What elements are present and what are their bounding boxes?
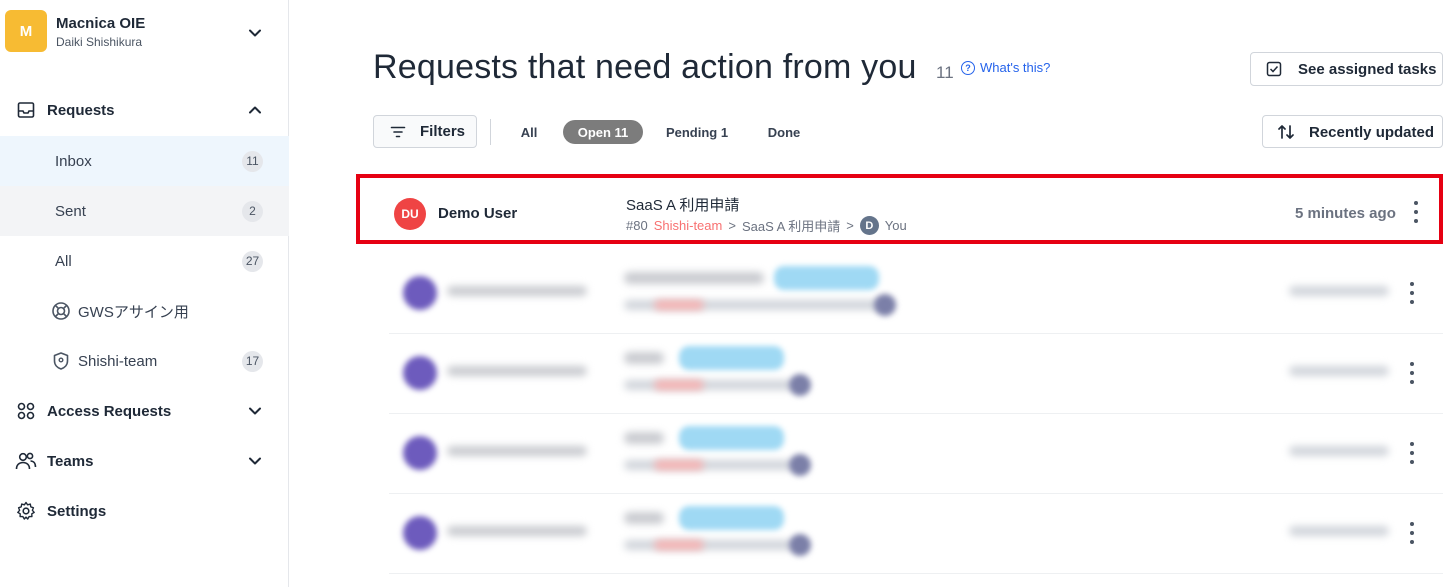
sort-label: Recently updated [1309, 124, 1435, 141]
users-icon [15, 450, 37, 472]
count-badge: 27 [242, 250, 263, 272]
blurred-request-row[interactable] [389, 254, 1443, 334]
request-time: 5 minutes ago [1295, 205, 1396, 222]
nav-requests-label: Requests [47, 101, 115, 119]
whats-this-link[interactable]: ? What's this? [961, 60, 1050, 75]
checkbox-icon [1266, 61, 1282, 77]
tab-done[interactable]: Done [759, 120, 809, 144]
sidebar-item-inbox[interactable]: Inbox 11 [0, 136, 289, 186]
sidebar-item-sent[interactable]: Sent 2 [0, 186, 289, 236]
filters-label: Filters [420, 123, 466, 140]
main-content: Requests that need action from you 11 ? … [290, 0, 1446, 587]
title-count: 11 [936, 63, 954, 82]
request-form: SaaS A 利用申請 [741, 219, 841, 234]
avatar: DU [394, 198, 426, 230]
request-team: Shishi-team [653, 218, 723, 233]
filters-button[interactable]: Filters [373, 115, 477, 148]
sort-arrows-icon [1278, 125, 1294, 139]
sidebar-item-label: All [55, 252, 72, 270]
sidebar: M Macnica OIE Daiki Shishikura Requests … [0, 0, 289, 587]
count-badge: 2 [242, 200, 263, 222]
nav-settings-label: Settings [47, 502, 107, 520]
request-row[interactable]: DU Demo User SaaS A 利用申請 #80 Shishi-team… [356, 174, 1443, 244]
nav-teams[interactable]: Teams [0, 437, 289, 485]
whats-this-label: What's this? [980, 60, 1051, 75]
request-breadcrumb: #80 Shishi-team > SaaS A 利用申請 > D You [626, 216, 907, 235]
tab-all[interactable]: All [510, 120, 548, 144]
chevron-down-icon[interactable] [245, 451, 265, 471]
org-name: Macnica OIE [56, 15, 146, 32]
sidebar-item-label: Shishi-team [78, 352, 158, 370]
filter-lines-icon [390, 126, 406, 138]
requester-name: Demo User [438, 205, 518, 222]
blurred-request-row[interactable] [389, 494, 1443, 574]
sidebar-item-label: Sent [55, 202, 86, 220]
assignee-avatar: D [859, 216, 879, 235]
nav-access-requests-label: Access Requests [47, 402, 172, 420]
nav-teams-label: Teams [47, 452, 94, 470]
see-assigned-tasks-label: See assigned tasks [1298, 61, 1437, 78]
count-badge: 17 [242, 350, 263, 372]
chevron-down-icon[interactable] [245, 23, 265, 43]
assignee-name: You [884, 218, 907, 233]
chevron-down-icon[interactable] [245, 401, 265, 421]
sidebar-item-label: GWSアサイン用 [78, 303, 189, 321]
page-title: Requests that need action from you [373, 48, 917, 86]
nav-requests[interactable]: Requests [0, 86, 289, 134]
tab-open[interactable]: Open 11 [563, 120, 643, 144]
divider [490, 119, 491, 145]
more-vertical-icon[interactable] [1409, 362, 1415, 384]
tab-pending[interactable]: Pending 1 [660, 120, 734, 144]
count-badge: 11 [242, 150, 263, 172]
chevron-up-icon[interactable] [245, 100, 265, 120]
more-vertical-icon[interactable] [1409, 282, 1415, 304]
blurred-request-row[interactable] [389, 414, 1443, 494]
more-vertical-icon[interactable] [1409, 522, 1415, 544]
more-vertical-icon[interactable] [1409, 442, 1415, 464]
org-user-name: Daiki Shishikura [56, 35, 143, 49]
nav-access-requests[interactable]: Access Requests [0, 387, 289, 435]
gear-icon [15, 500, 37, 522]
shield-icon [50, 350, 72, 372]
separator: > [846, 218, 854, 233]
see-assigned-tasks-button[interactable]: See assigned tasks [1250, 52, 1443, 86]
apps-grid-icon [15, 400, 37, 422]
sort-button[interactable]: Recently updated [1262, 115, 1443, 148]
request-number: #80 [626, 218, 648, 233]
sidebar-item-gws[interactable]: GWSアサイン用 [0, 286, 289, 336]
sidebar-item-all[interactable]: All 27 [0, 236, 289, 286]
lifebuoy-icon [50, 300, 72, 322]
help-circle-icon: ? [961, 60, 975, 75]
org-switcher[interactable]: M Macnica OIE Daiki Shishikura [0, 0, 289, 64]
request-title: SaaS A 利用申請 [626, 197, 740, 214]
sidebar-item-label: Inbox [55, 152, 92, 170]
blurred-request-row[interactable] [389, 334, 1443, 414]
nav-settings[interactable]: Settings [0, 487, 289, 535]
separator: > [728, 218, 736, 233]
inbox-tray-icon [15, 99, 37, 121]
sidebar-item-shishi-team[interactable]: Shishi-team 17 [0, 336, 289, 386]
org-avatar: M [5, 10, 47, 52]
more-vertical-icon[interactable] [1413, 201, 1419, 223]
